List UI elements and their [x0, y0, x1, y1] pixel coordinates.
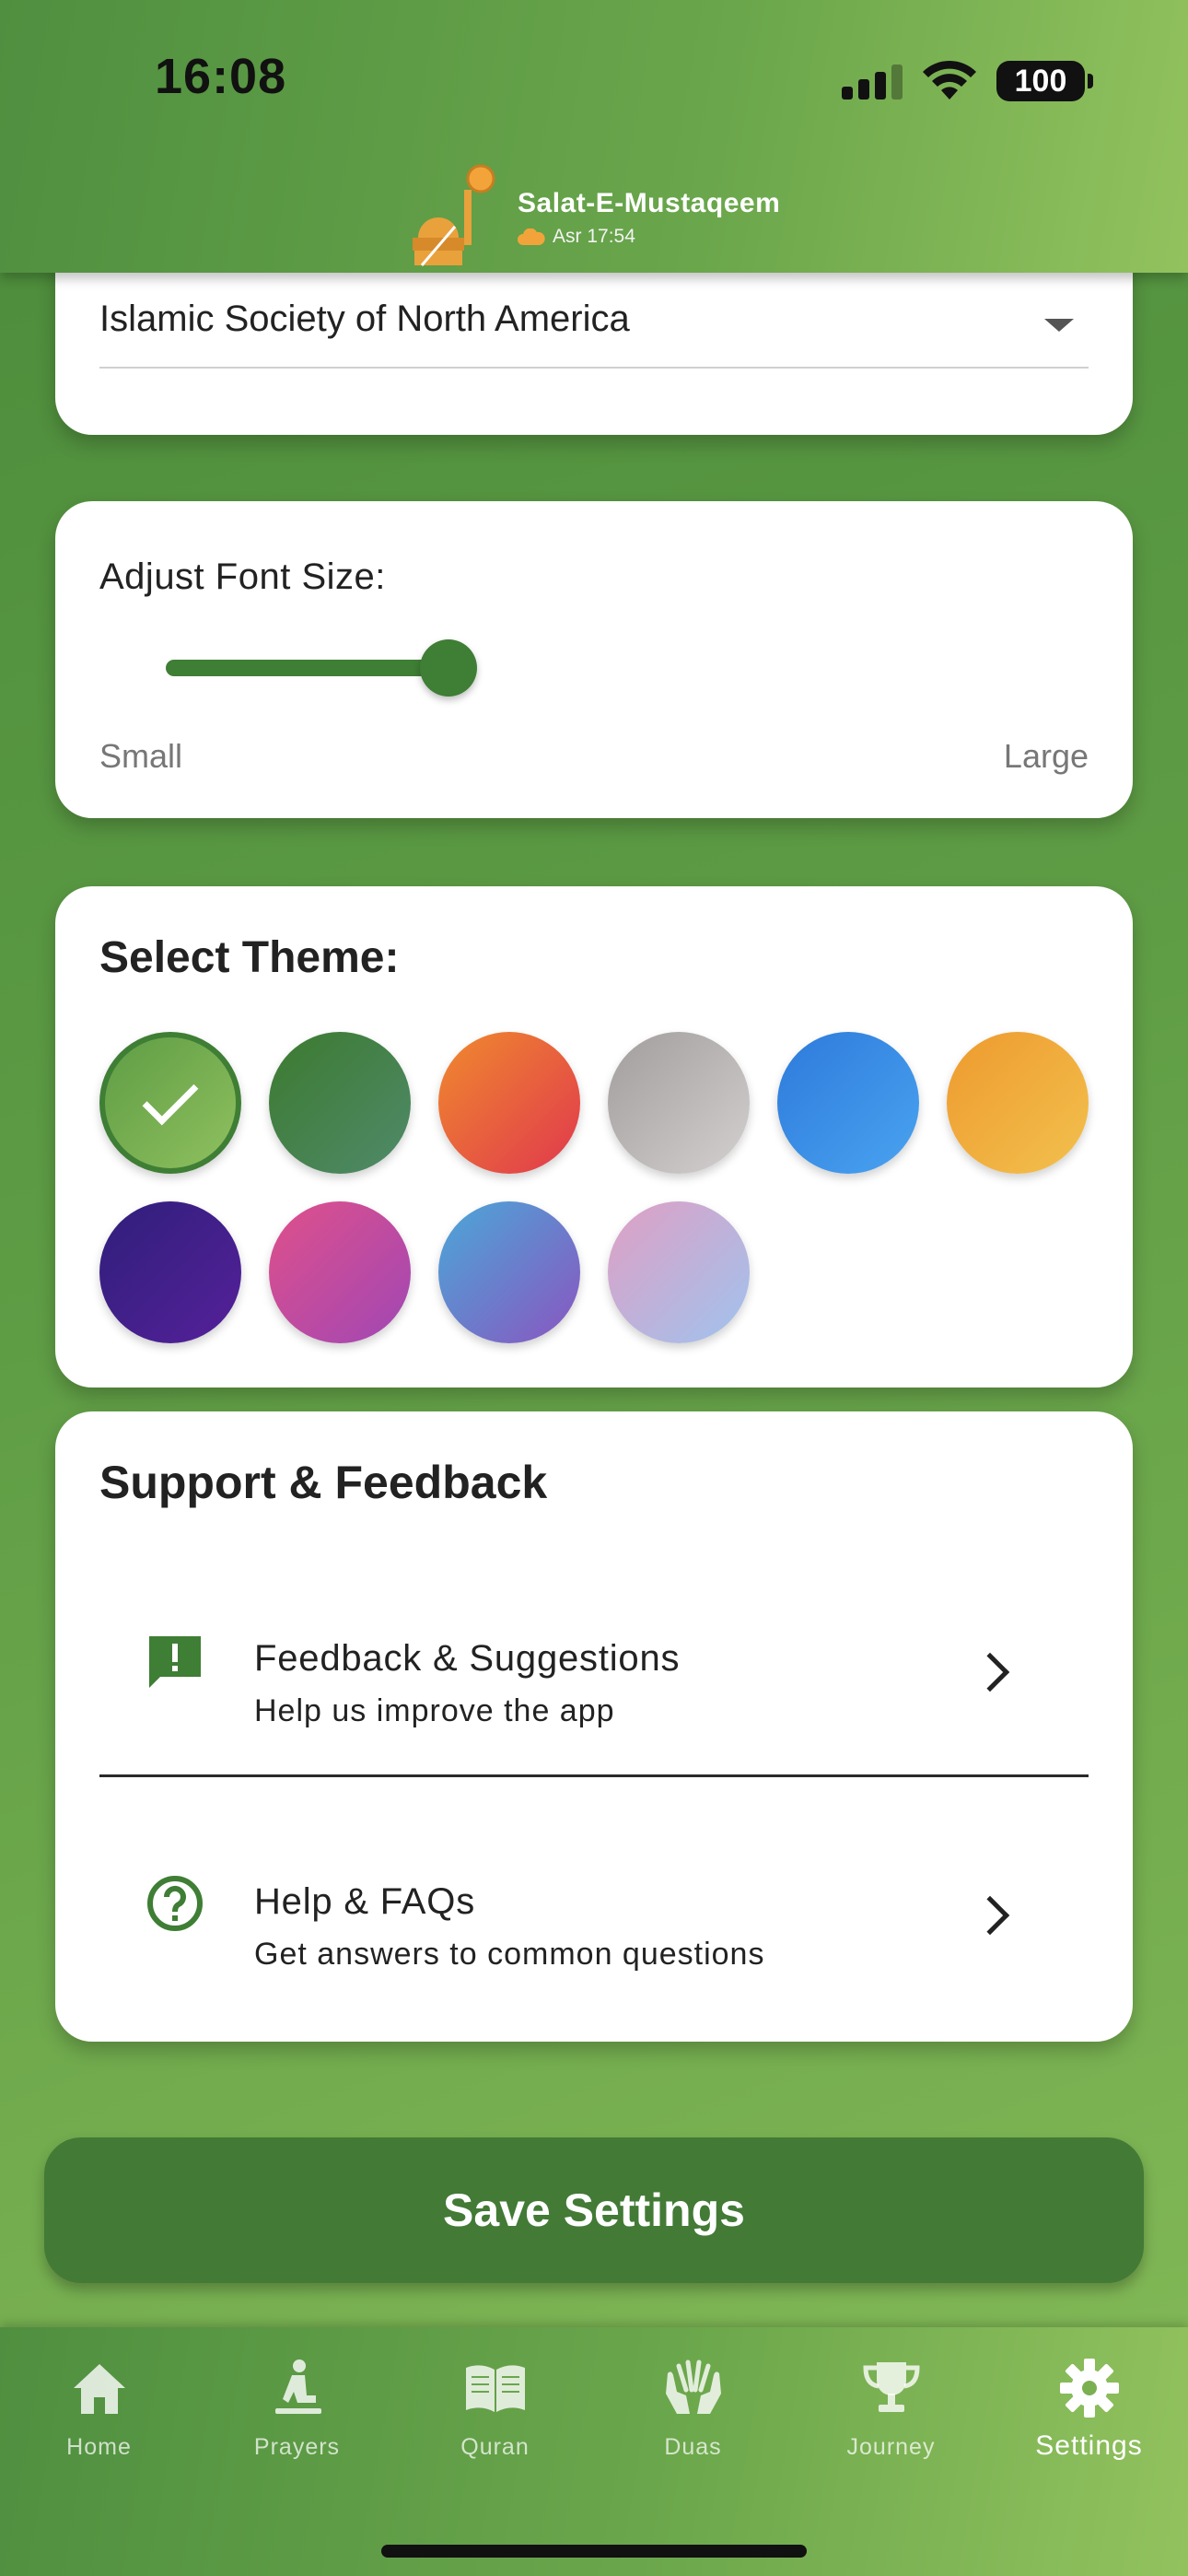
calculation-method-select[interactable]: Islamic Society of North America: [99, 299, 630, 340]
theme-title: Select Theme:: [99, 933, 400, 982]
theme-swatch-pink-purple[interactable]: [269, 1201, 411, 1343]
help-title: Help & FAQs: [254, 1881, 475, 1922]
feedback-title: Feedback & Suggestions: [254, 1638, 681, 1679]
theme-swatch-grey[interactable]: [608, 1032, 750, 1174]
next-prayer-text: Asr 17:54: [553, 226, 635, 247]
feedback-icon: [149, 1636, 201, 1688]
home-icon: [73, 2364, 125, 2414]
font-size-title: Adjust Font Size:: [99, 556, 386, 597]
checkmark-icon: [142, 1069, 199, 1126]
support-divider: [99, 1774, 1089, 1777]
signal-icon: [842, 64, 903, 100]
tab-home[interactable]: Home: [0, 2355, 198, 2493]
help-icon: [147, 1876, 203, 1931]
status-bar: 16:08 100: [0, 0, 1188, 147]
next-prayer: Asr 17:54: [518, 226, 635, 248]
theme-swatch-orange-red[interactable]: [438, 1032, 580, 1174]
select-underline: [99, 367, 1089, 369]
help-item[interactable]: Help & FAQs Get answers to common questi…: [55, 1817, 1133, 2001]
tab-prayers[interactable]: Prayers: [198, 2355, 396, 2493]
cloud-icon: [518, 228, 545, 245]
tab-prayers-label: Prayers: [253, 2434, 341, 2460]
home-indicator: [381, 2545, 807, 2558]
theme-card: Select Theme:: [55, 886, 1133, 1388]
theme-swatch-green-light[interactable]: [99, 1032, 241, 1174]
theme-swatch-pastel[interactable]: [608, 1201, 750, 1343]
tab-journey[interactable]: Journey: [792, 2355, 990, 2493]
theme-swatch-indigo[interactable]: [99, 1201, 241, 1343]
help-subtitle: Get answers to common questions: [254, 1937, 765, 1972]
font-size-slider-thumb[interactable]: [419, 639, 477, 697]
wifi-icon: [923, 60, 976, 100]
theme-swatch-sky-violet[interactable]: [438, 1201, 580, 1343]
duas-icon: [665, 2359, 721, 2414]
font-size-card: Adjust Font Size: Small Large: [55, 501, 1133, 818]
theme-swatch-green-dark[interactable]: [269, 1032, 411, 1174]
font-size-slider-track[interactable]: [166, 660, 448, 676]
slider-max-label: Large: [1003, 737, 1089, 775]
support-title: Support & Feedback: [99, 1457, 548, 1508]
prayer-icon: [274, 2359, 321, 2414]
theme-swatch-amber[interactable]: [947, 1032, 1089, 1174]
battery-indicator: 100: [996, 61, 1093, 101]
chevron-right-icon: [970, 1895, 1010, 1936]
feedback-subtitle: Help us improve the app: [254, 1693, 615, 1728]
status-time: 16:08: [155, 49, 287, 104]
chevron-right-icon: [970, 1652, 1010, 1692]
trophy-icon: [862, 2362, 920, 2412]
tab-settings[interactable]: Settings: [990, 2355, 1188, 2493]
quran-icon: [465, 2365, 525, 2412]
tab-home-label: Home: [66, 2434, 132, 2460]
tab-journey-label: Journey: [846, 2434, 936, 2460]
theme-swatch-blue[interactable]: [777, 1032, 919, 1174]
tab-duas-label: Duas: [664, 2434, 722, 2460]
slider-min-label: Small: [99, 737, 183, 775]
tab-settings-label: Settings: [1035, 2430, 1143, 2461]
tab-quran[interactable]: Quran: [396, 2355, 594, 2493]
app-name: Salat-E-Mustaqeem: [518, 188, 781, 218]
tab-duas[interactable]: Duas: [594, 2355, 792, 2493]
tab-quran-label: Quran: [460, 2434, 530, 2460]
gear-icon: [1059, 2359, 1119, 2418]
bottom-tab-bar: Home Prayers Quran Duas Journey Settings: [0, 2327, 1188, 2576]
save-settings-button[interactable]: Save Settings: [44, 2137, 1144, 2283]
app-logo-icon: [413, 164, 495, 266]
support-card: Support & Feedback Feedback & Suggestion…: [55, 1411, 1133, 2042]
dropdown-arrow-icon[interactable]: [1044, 319, 1074, 332]
feedback-item[interactable]: Feedback & Suggestions Help us improve t…: [55, 1574, 1133, 1758]
